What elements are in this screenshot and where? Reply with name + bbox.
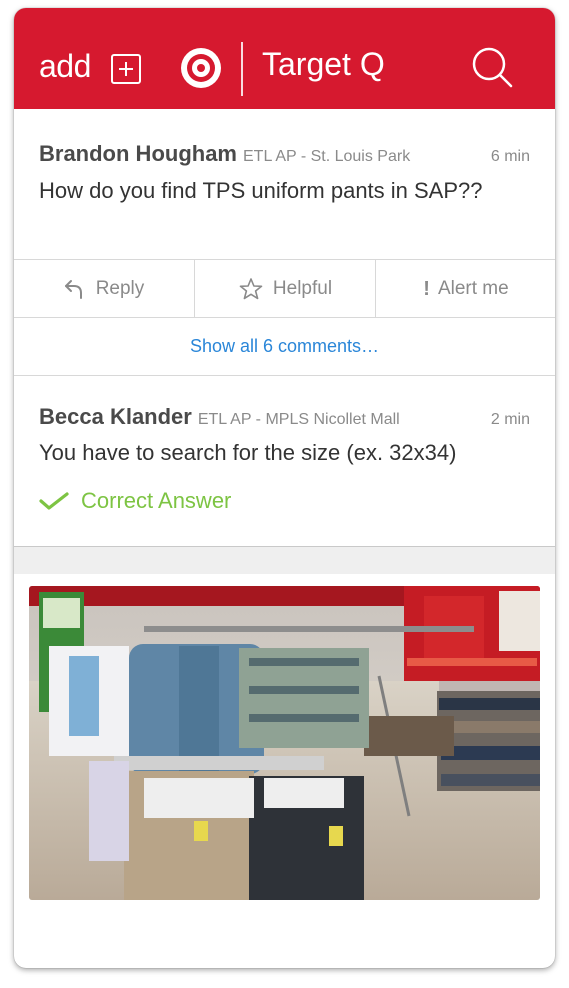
- alert-me-label: Alert me: [437, 278, 509, 299]
- top-bar: add Target Q: [14, 8, 555, 109]
- search-icon[interactable]: [470, 45, 514, 89]
- show-all-comments-link[interactable]: Show all 6 comments…: [14, 318, 555, 376]
- exclamation-icon: !: [423, 277, 430, 300]
- action-bar: Reply Helpful ! Alert me: [14, 259, 555, 318]
- post-time: 6 min: [490, 148, 530, 165]
- helpful-button[interactable]: Helpful: [194, 260, 376, 318]
- answer-author-line: Becca Klander ETL AP - MPLS Nicollet Mall: [39, 406, 400, 428]
- target-logo[interactable]: [181, 48, 221, 88]
- author-meta: ETL AP - MPLS Nicollet Mall: [197, 411, 400, 428]
- correct-answer-label: Correct Answer: [81, 488, 232, 513]
- reply-arrow-icon: [64, 280, 82, 299]
- reply-button[interactable]: Reply: [14, 260, 194, 318]
- star-icon: [239, 278, 263, 300]
- author-name[interactable]: Brandon Hougham: [39, 141, 237, 166]
- answer-text: You have to search for the size (ex. 32x…: [39, 440, 457, 465]
- add-button[interactable]: add: [39, 50, 91, 82]
- question-post: Brandon Hougham ETL AP - St. Louis Park 6…: [14, 109, 555, 259]
- answer-post: Becca Klander ETL AP - MPLS Nicollet Mall…: [14, 376, 555, 546]
- helpful-label: Helpful: [272, 278, 333, 299]
- alert-me-button[interactable]: ! Alert me: [375, 260, 555, 318]
- checkmark-icon: [39, 492, 69, 510]
- app-card: add Target Q Brandon Hougham ETL AP - St.…: [14, 8, 555, 968]
- reply-label: Reply: [95, 278, 145, 299]
- question-text: How do you find TPS uniform pants in SAP…: [39, 178, 483, 203]
- author-meta: ETL AP - St. Louis Park: [243, 148, 411, 165]
- header-divider: [241, 42, 243, 96]
- store-photo[interactable]: [29, 586, 540, 900]
- plus-box-icon[interactable]: [111, 54, 141, 84]
- author-name[interactable]: Becca Klander: [39, 404, 192, 429]
- feed-separator: [14, 546, 555, 574]
- post-time: 2 min: [490, 411, 530, 428]
- correct-answer-badge: Correct Answer: [39, 488, 231, 514]
- question-author-line: Brandon Hougham ETL AP - St. Louis Park: [39, 143, 410, 165]
- app-title: Target Q: [262, 46, 385, 82]
